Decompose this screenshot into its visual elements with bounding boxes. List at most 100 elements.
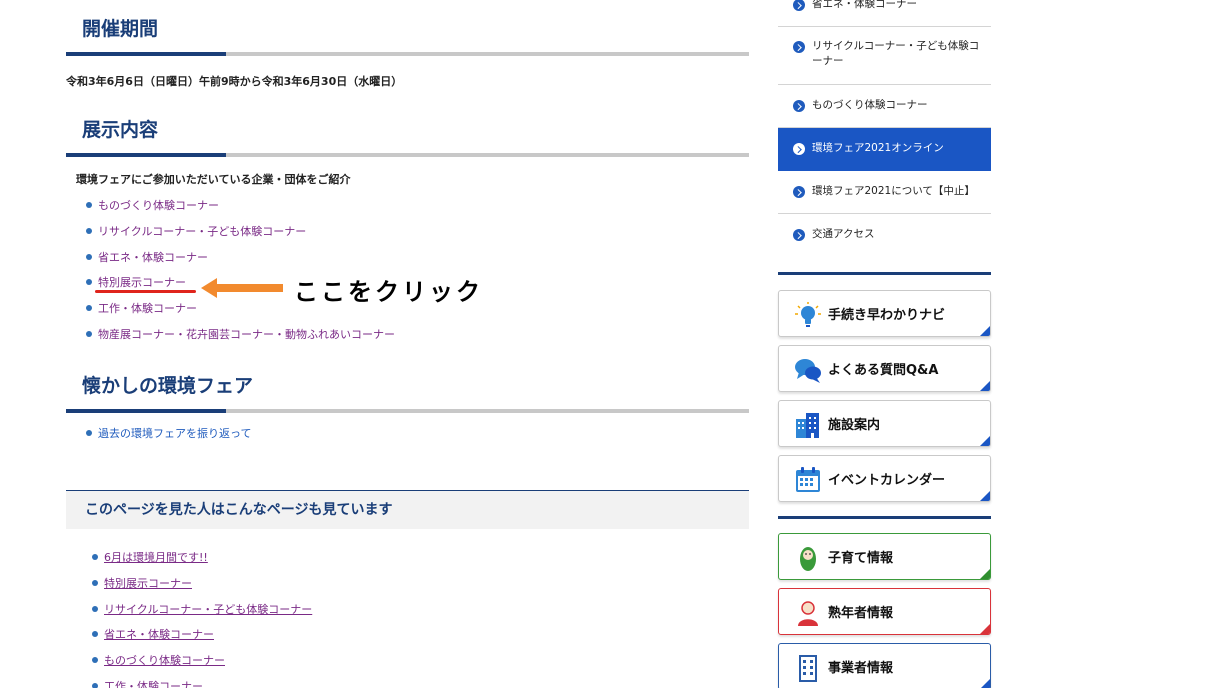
- chevron-right-icon: [793, 229, 805, 241]
- sidebar-item-label: 省エネ・体験コーナー: [812, 0, 917, 10]
- list-item: 特別展示コーナー: [92, 577, 312, 603]
- heading-underline: [66, 153, 749, 157]
- heading-underline: [66, 409, 749, 413]
- list-item: ものづくり体験コーナー: [86, 199, 395, 225]
- sidebar-item[interactable]: ものづくり体験コーナー: [778, 85, 991, 128]
- speech-bubbles-icon: [795, 359, 821, 383]
- exhibit-link[interactable]: ものづくり体験コーナー: [98, 199, 219, 212]
- list-item: 6月は環境月間です!!: [92, 551, 312, 577]
- exhibit-link[interactable]: 工作・体験コーナー: [98, 302, 197, 315]
- related-link[interactable]: 6月は環境月間です!!: [104, 551, 208, 564]
- section-title: 開催期間: [82, 18, 159, 40]
- corner-mark: [980, 326, 990, 336]
- senior-info-banner[interactable]: 熟年者情報: [778, 588, 991, 635]
- annotation-arrow-icon: [201, 278, 283, 298]
- chevron-right-icon: [793, 100, 805, 112]
- bullet-icon: [92, 605, 98, 612]
- business-info-banner[interactable]: 事業者情報: [778, 643, 991, 688]
- sidebar-item-label: 環境フェア2021オンライン: [812, 142, 944, 154]
- banner-label: 熟年者情報: [828, 606, 894, 621]
- related-link[interactable]: 工作・体験コーナー: [104, 680, 203, 688]
- corner-mark: [980, 436, 990, 446]
- sidebar-divider: [778, 516, 991, 519]
- list-item: 工作・体験コーナー: [92, 680, 312, 688]
- elder-icon: [798, 601, 818, 626]
- corner-mark: [980, 569, 990, 579]
- exhibit-link[interactable]: 物産展コーナー・花卉園芸コーナー・動物ふれあいコーナー: [98, 328, 395, 341]
- sidebar-item-label: 環境フェア2021について【中止】: [812, 185, 975, 197]
- list-item: 物産展コーナー・花卉園芸コーナー・動物ふれあいコーナー: [86, 328, 395, 354]
- office-building-icon: [799, 655, 817, 682]
- section-heading-exhibit: 展示内容: [66, 117, 749, 157]
- list-item: リサイクルコーナー・子ども体験コーナー: [86, 225, 395, 251]
- list-item: 省エネ・体験コーナー: [92, 628, 312, 654]
- related-link[interactable]: リサイクルコーナー・子ども体験コーナー: [104, 603, 312, 616]
- related-pages-header: このページを見た人はこんなページも見ています: [66, 490, 749, 529]
- sidebar-item-label: 交通アクセス: [812, 228, 875, 240]
- sidebar-item-active[interactable]: 環境フェア2021オンライン: [778, 128, 991, 171]
- bullet-icon: [86, 305, 92, 312]
- section-heading-period: 開催期間: [66, 16, 749, 56]
- nostalgic-link-list: 過去の環境フェアを振り返って: [86, 427, 251, 453]
- sidebar-item[interactable]: 環境フェア2021について【中止】: [778, 171, 991, 214]
- faq-banner[interactable]: よくある質問Q&A: [778, 345, 991, 392]
- bullet-icon: [92, 682, 98, 688]
- chevron-right-icon: [793, 143, 805, 155]
- section-heading-nostalgic: 懐かしの環境フェア: [66, 373, 749, 413]
- childcare-info-banner[interactable]: 子育て情報: [778, 533, 991, 580]
- corner-mark: [980, 624, 990, 634]
- building-icon: [796, 413, 819, 438]
- calendar-icon: [796, 467, 820, 492]
- event-calendar-banner[interactable]: イベントカレンダー: [778, 455, 991, 502]
- related-link[interactable]: 特別展示コーナー: [104, 577, 192, 590]
- bullet-icon: [86, 227, 92, 234]
- bullet-icon: [92, 579, 98, 586]
- exhibit-intro: 環境フェアにご参加いただいている企業・団体をご紹介: [76, 173, 351, 186]
- corner-mark: [980, 679, 990, 688]
- banner-label: よくある質問Q&A: [828, 363, 939, 378]
- banner-label: 事業者情報: [828, 661, 894, 676]
- chevron-right-icon: [793, 0, 805, 11]
- sidebar-item-label: ものづくり体験コーナー: [812, 99, 928, 111]
- annotation-text: ここをクリック: [294, 278, 483, 306]
- bullet-icon: [92, 657, 98, 664]
- bullet-icon: [86, 279, 92, 286]
- bullet-icon: [92, 631, 98, 638]
- bullet-icon: [86, 430, 92, 436]
- list-item: リサイクルコーナー・子ども体験コーナー: [92, 603, 312, 629]
- related-link[interactable]: 省エネ・体験コーナー: [104, 628, 214, 641]
- bullet-icon: [86, 202, 92, 208]
- sidebar-item[interactable]: リサイクルコーナー・子ども体験コーナー: [778, 27, 991, 85]
- sidebar-item[interactable]: 省エネ・体験コーナー: [778, 0, 991, 27]
- corner-mark: [980, 381, 990, 391]
- related-link-list: 6月は環境月間です!! 特別展示コーナー リサイクルコーナー・子ども体験コーナー…: [92, 551, 312, 688]
- related-link[interactable]: ものづくり体験コーナー: [104, 654, 225, 667]
- exhibit-link[interactable]: 省エネ・体験コーナー: [98, 251, 208, 264]
- sidebar-divider: [778, 272, 991, 275]
- heading-underline: [66, 52, 749, 56]
- banner-label: 施設案内: [828, 418, 881, 433]
- lightbulb-icon: [795, 302, 821, 327]
- annotation-underline: [95, 290, 196, 293]
- facility-banner[interactable]: 施設案内: [778, 400, 991, 447]
- bullet-icon: [86, 330, 92, 337]
- baby-icon: [800, 547, 816, 571]
- section-title: 展示内容: [82, 119, 159, 141]
- sidebar-item-label: リサイクルコーナー・子ども体験コーナー: [812, 40, 980, 67]
- chevron-right-icon: [793, 186, 805, 198]
- list-item: 過去の環境フェアを振り返って: [86, 427, 251, 453]
- section-title: 懐かしの環境フェア: [82, 375, 254, 397]
- corner-mark: [980, 491, 990, 501]
- procedure-navi-banner[interactable]: 手続き早わかりナビ: [778, 290, 991, 337]
- exhibit-link[interactable]: リサイクルコーナー・子ども体験コーナー: [98, 225, 306, 238]
- chevron-right-icon: [793, 41, 805, 53]
- list-item: ものづくり体験コーナー: [92, 654, 312, 680]
- banner-label: 手続き早わかりナビ: [828, 308, 946, 323]
- special-exhibit-link[interactable]: 特別展示コーナー: [98, 276, 186, 289]
- bullet-icon: [92, 554, 98, 560]
- banner-label: 子育て情報: [828, 551, 894, 566]
- sidebar-item[interactable]: 交通アクセス: [778, 214, 991, 257]
- past-fair-link[interactable]: 過去の環境フェアを振り返って: [98, 427, 251, 440]
- related-pages-title: このページを見た人はこんなページも見ています: [85, 502, 393, 518]
- banner-label: イベントカレンダー: [828, 473, 946, 488]
